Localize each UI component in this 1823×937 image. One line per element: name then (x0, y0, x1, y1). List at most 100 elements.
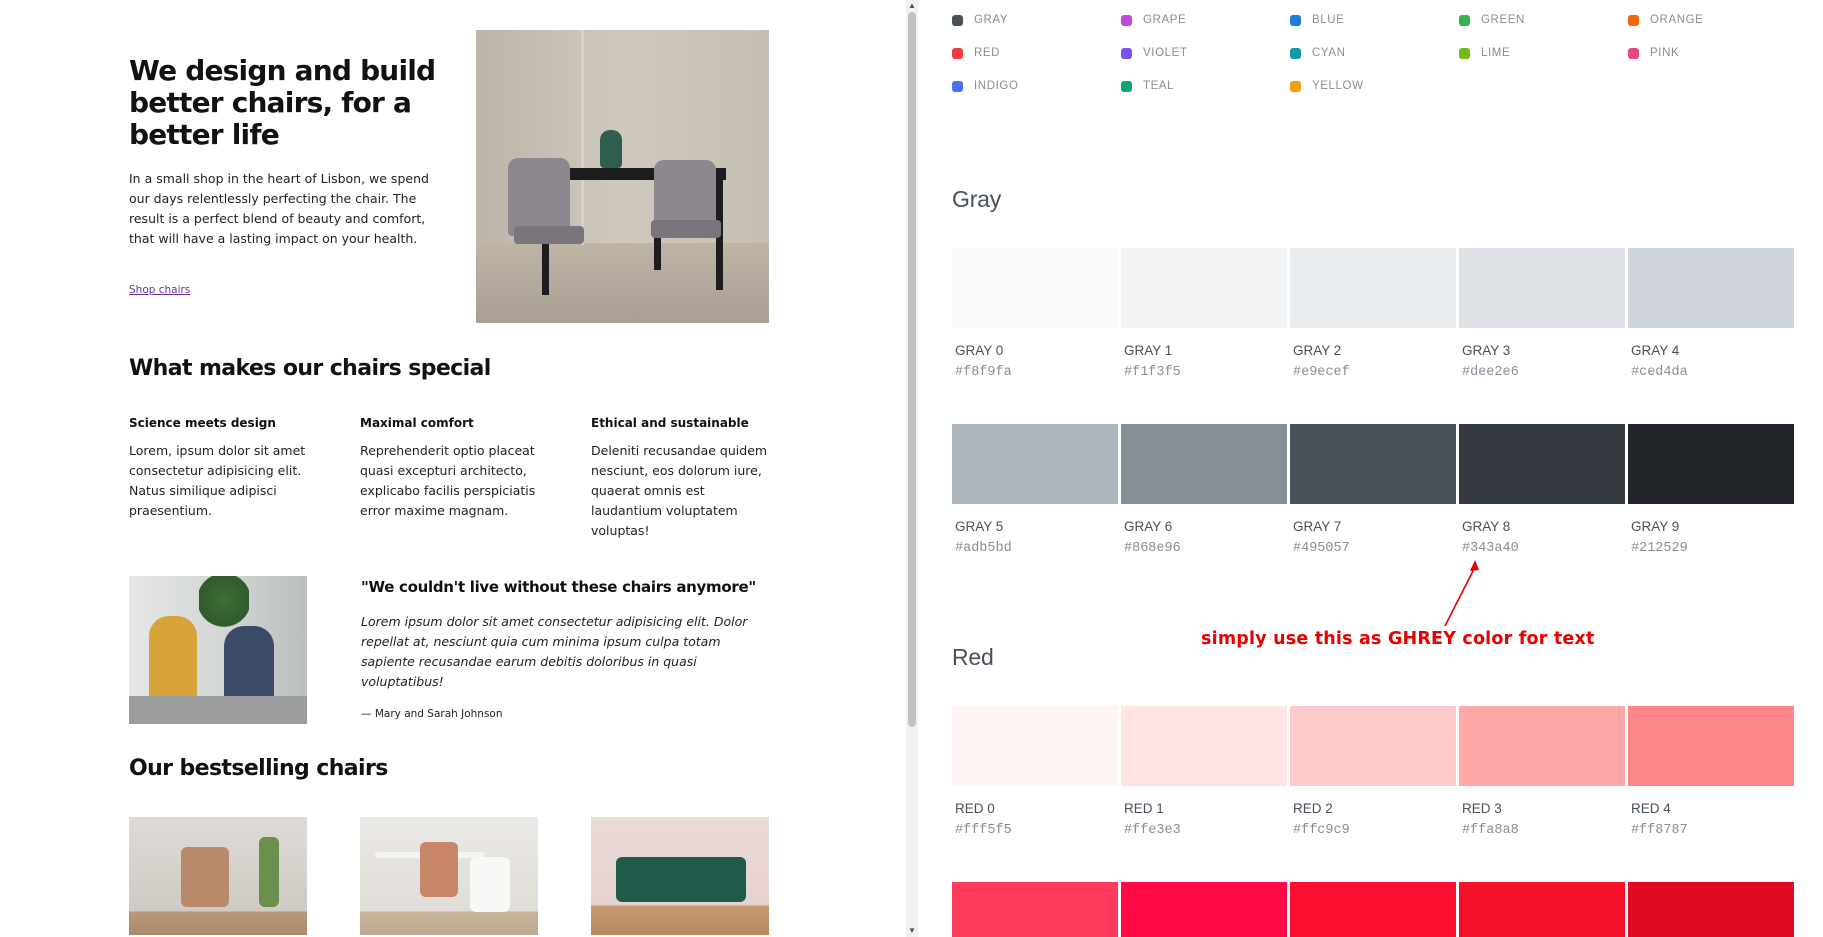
legend-item-grape: GRAPE (1121, 14, 1186, 26)
shop-chairs-link[interactable]: Shop chairs (129, 284, 190, 296)
swatch-red-partial-1[interactable] (1121, 882, 1287, 937)
swatch-hex: #ffe3e3 (1124, 823, 1181, 838)
swatch-red-3[interactable] (1459, 706, 1625, 786)
swatch-name: RED 3 (1462, 801, 1502, 816)
legend-item-lime: LIME (1459, 47, 1510, 59)
swatch-name: GRAY 8 (1462, 519, 1511, 534)
swatch-gray-1[interactable] (1121, 248, 1287, 328)
swatch-gray-7[interactable] (1290, 424, 1456, 504)
legend-item-cyan: CYAN (1290, 47, 1346, 59)
swatch-gray-8[interactable] (1459, 424, 1625, 504)
scroll-down-arrow-icon[interactable]: ▼ (906, 925, 918, 937)
legend-label: CYAN (1312, 47, 1346, 59)
swatch-name: GRAY 2 (1293, 343, 1342, 358)
gray-palette-title: Gray (952, 186, 1002, 212)
legend-item-orange: ORANGE (1628, 14, 1703, 26)
testimonial-title: "We couldn't live without these chairs a… (361, 578, 756, 596)
swatch-hex: #343a40 (1462, 541, 1519, 556)
swatch-gray-0[interactable] (952, 248, 1118, 328)
legend-item-violet: VIOLET (1121, 47, 1188, 59)
swatch-hex: #ff8787 (1631, 823, 1688, 838)
legend-label: RED (974, 47, 1001, 59)
swatch-hex: #adb5bd (955, 541, 1012, 556)
annotation-note: simply use this as GHREY color for text (1201, 629, 1595, 649)
swatch-gray-9[interactable] (1628, 424, 1794, 504)
swatch-gray-2[interactable] (1290, 248, 1456, 328)
feature-text: Deleniti recusandae quidem nesciunt, eos… (591, 443, 768, 538)
legend-label: GREEN (1481, 14, 1525, 26)
swatch-red-partial-3[interactable] (1459, 882, 1625, 937)
legend-label: BLUE (1312, 14, 1345, 26)
color-dot-icon (1121, 80, 1132, 92)
swatch-name: GRAY 5 (955, 519, 1004, 534)
swatch-name: GRAY 0 (955, 343, 1004, 358)
swatch-hex: #fff5f5 (955, 823, 1012, 838)
legend-label: LIME (1481, 47, 1511, 59)
product-image-office-chair[interactable] (360, 817, 538, 935)
feature-title: Science meets design (129, 416, 276, 430)
swatch-name: RED 0 (955, 801, 995, 816)
legend-label: VIOLET (1143, 47, 1188, 59)
swatch-hex: #ffa8a8 (1462, 823, 1519, 838)
swatch-red-partial-0[interactable] (952, 882, 1118, 937)
swatch-hex: #ced4da (1631, 365, 1688, 380)
swatch-hex: #ffc9c9 (1293, 823, 1350, 838)
color-dot-icon (1290, 80, 1301, 92)
left-pane-scrollbar[interactable]: ▲ ▼ (906, 0, 918, 937)
swatch-red-4[interactable] (1628, 706, 1794, 786)
swatch-name: GRAY 6 (1124, 519, 1173, 534)
legend-item-yellow: YELLOW (1290, 80, 1364, 92)
color-dot-icon (1121, 47, 1132, 59)
swatch-red-2[interactable] (1290, 706, 1456, 786)
color-dot-icon (1628, 47, 1639, 59)
swatch-gray-5[interactable] (952, 424, 1118, 504)
color-dot-icon (1628, 14, 1639, 26)
color-dot-icon (1121, 14, 1132, 26)
legend-label: GRAPE (1143, 14, 1187, 26)
color-dot-icon (1459, 14, 1470, 26)
swatch-red-partial-2[interactable] (1290, 882, 1456, 937)
color-dot-icon (1290, 47, 1301, 59)
testimonial-author: — Mary and Sarah Johnson (361, 708, 503, 720)
legend-item-teal: TEAL (1121, 80, 1174, 92)
legend-label: PINK (1650, 47, 1680, 59)
legend-label: YELLOW (1312, 80, 1364, 92)
swatch-name: GRAY 4 (1631, 343, 1680, 358)
legend-item-red: RED (952, 47, 1000, 59)
legend-item-green: GREEN (1459, 14, 1525, 26)
website-preview-pane: We design and build better chairs, for a… (0, 0, 906, 937)
product-image-lounge-chair[interactable] (129, 817, 307, 935)
swatch-hex: #e9ecef (1293, 365, 1350, 380)
feature-ethical-sustainable: Ethical and sustainable Deleniti recusan… (591, 416, 776, 541)
swatch-hex: #dee2e6 (1462, 365, 1519, 380)
legend-label: TEAL (1143, 80, 1175, 92)
swatch-gray-3[interactable] (1459, 248, 1625, 328)
swatch-name: RED 4 (1631, 801, 1671, 816)
feature-title: Maximal comfort (360, 416, 474, 430)
hero-description: In a small shop in the heart of Lisbon, … (129, 171, 429, 246)
color-dot-icon (952, 80, 963, 92)
color-dot-icon (952, 14, 963, 26)
swatch-hex: #f8f9fa (955, 365, 1012, 380)
bestsellers-section-title: Our bestselling chairs (129, 756, 388, 781)
legend-item-indigo: INDIGO (952, 80, 1019, 92)
swatch-red-1[interactable] (1121, 706, 1287, 786)
legend-item-blue: BLUE (1290, 14, 1344, 26)
hero-title: We design and build better chairs, for a… (129, 54, 436, 151)
product-image-green-sofa[interactable] (591, 817, 769, 935)
color-dot-icon (952, 47, 963, 59)
feature-text: Reprehenderit optio placeat quasi except… (360, 443, 536, 518)
scroll-up-arrow-icon[interactable]: ▲ (906, 0, 918, 12)
swatch-gray-6[interactable] (1121, 424, 1287, 504)
scroll-thumb[interactable] (908, 12, 916, 727)
legend-label: GRAY (974, 14, 1009, 26)
swatch-name: GRAY 9 (1631, 519, 1680, 534)
swatch-name: GRAY 1 (1124, 343, 1173, 358)
swatch-red-0[interactable] (952, 706, 1118, 786)
legend-label: INDIGO (974, 80, 1019, 92)
swatch-name: RED 2 (1293, 801, 1333, 816)
swatch-gray-4[interactable] (1628, 248, 1794, 328)
swatch-red-partial-4[interactable] (1628, 882, 1794, 937)
color-dot-icon (1290, 14, 1301, 26)
swatch-hex: #495057 (1293, 541, 1350, 556)
